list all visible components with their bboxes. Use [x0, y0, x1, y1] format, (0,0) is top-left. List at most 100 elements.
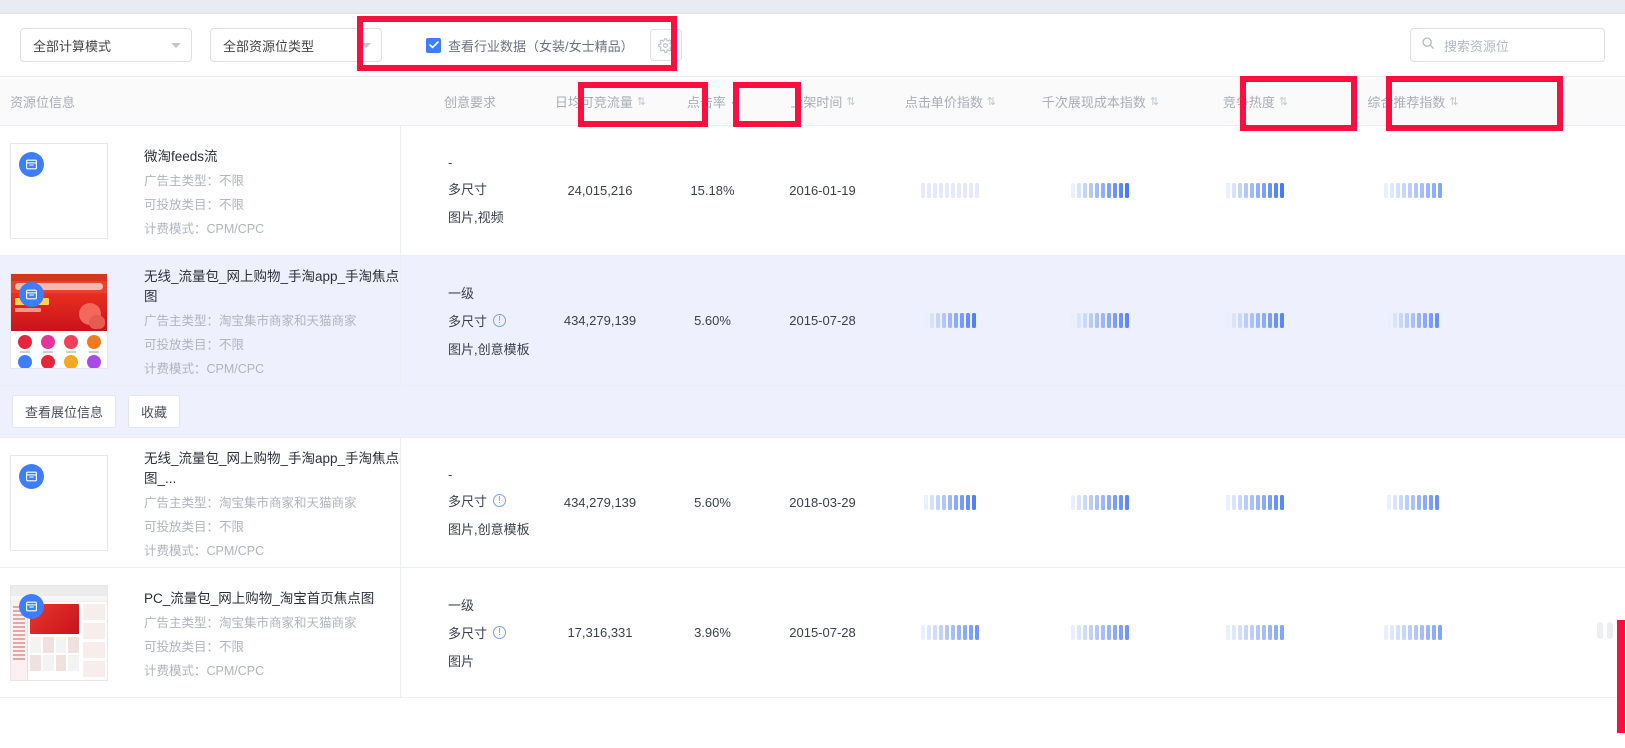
- favorite-button[interactable]: 收藏: [128, 395, 181, 428]
- sort-icon[interactable]: ⇅: [637, 95, 646, 108]
- meter-bar: [933, 625, 937, 640]
- column-label: 竞争热度: [1222, 94, 1275, 110]
- column-header-cpc-index[interactable]: 点击单价指数 ⇅: [880, 77, 1020, 125]
- resource-thumbnail[interactable]: [10, 272, 108, 369]
- checkbox-checked-icon[interactable]: [426, 37, 441, 53]
- cell-resource-info[interactable]: 微淘feeds流 广告主类型：不限 可投放类目：不限 计费模式：CPM/CPC: [0, 126, 400, 255]
- view-slot-info-button[interactable]: 查看展位信息: [12, 395, 117, 428]
- meter-bar: [939, 183, 943, 198]
- meter-bar: [1125, 313, 1129, 328]
- meter-bar: [1244, 183, 1248, 198]
- meter-bar: [1413, 183, 1418, 198]
- industry-data-checkbox-group[interactable]: 查看行业数据（女装/女士精品）: [426, 29, 682, 61]
- meter-competition: [1226, 495, 1284, 510]
- creative-size: 多尺寸: [448, 182, 488, 197]
- meter-bar: [1419, 625, 1424, 640]
- cell-cpc-index: [880, 438, 1020, 567]
- column-header-flow[interactable]: 日均可竞流量 ⇅: [540, 77, 660, 125]
- meter-recommend: [1383, 183, 1442, 198]
- meter-bar: [972, 495, 976, 510]
- meter-bar: [1413, 625, 1418, 640]
- resource-category: 可投放类目：不限: [144, 519, 245, 534]
- meter-competition: [1226, 183, 1284, 198]
- meter-bar: [1226, 625, 1230, 640]
- sort-icon[interactable]: ⇅: [846, 95, 855, 108]
- column-header-resource[interactable]: 资源位信息: [0, 77, 400, 125]
- cell-flow: 434,279,139: [563, 495, 637, 510]
- resource-type-select[interactable]: 全部资源位类型: [210, 28, 382, 62]
- meter-bar: [936, 313, 940, 328]
- meter-bar: [975, 183, 979, 198]
- column-header-creative[interactable]: 创意要求: [400, 77, 540, 125]
- resource-thumbnail[interactable]: [10, 142, 108, 239]
- chevron-down-icon: [171, 42, 181, 48]
- meter-bar: [1250, 183, 1254, 198]
- meter-bar: [1395, 625, 1400, 640]
- meter-cpc-index: [924, 313, 976, 328]
- sort-icon[interactable]: ⇅: [1279, 95, 1288, 108]
- meter-bar: [1416, 495, 1421, 510]
- meter-bar: [1083, 313, 1087, 328]
- meter-bar: [1250, 495, 1254, 510]
- info-icon[interactable]: !: [493, 626, 507, 639]
- column-header-competition[interactable]: 竞争热度 ⇅: [1180, 77, 1330, 125]
- chevron-down-icon: [361, 42, 371, 48]
- sort-icon-desc[interactable]: ⬇: [730, 95, 739, 108]
- info-icon[interactable]: !: [493, 314, 507, 327]
- creative-formats: 图片,视频: [448, 210, 504, 225]
- meter-bar: [1268, 313, 1272, 328]
- meter-bar: [1280, 183, 1284, 198]
- meter-bar: [1125, 183, 1129, 198]
- table-row[interactable]: 无线_流量包_网上购物_手淘app_手淘焦点图_... 广告主类型：淘宝集市商家和…: [0, 438, 1625, 568]
- meter-bar: [1256, 313, 1260, 328]
- meter-bar: [1428, 495, 1433, 510]
- column-header-recommend[interactable]: 综合推荐指数 ⇅: [1330, 77, 1495, 125]
- resource-type-icon: [19, 593, 44, 619]
- meter-bar: [1071, 625, 1075, 640]
- cell-cpm-index: [1020, 126, 1180, 255]
- meter-bar: [1280, 625, 1284, 640]
- meter-bar: [1083, 495, 1087, 510]
- table-row[interactable]: 微淘feeds流 广告主类型：不限 可投放类目：不限 计费模式：CPM/CPC - 多尺寸…: [0, 126, 1625, 256]
- sort-icon[interactable]: ⇅: [1449, 95, 1458, 108]
- scroll-indicator[interactable]: [1597, 622, 1613, 639]
- info-icon[interactable]: !: [493, 494, 507, 507]
- resource-thumbnail[interactable]: [10, 584, 108, 681]
- resource-billing-mode: 计费模式：CPM/CPC: [144, 543, 265, 558]
- cell-flow: 17,316,331: [567, 625, 633, 640]
- meter-bar: [1101, 313, 1105, 328]
- resource-advertiser-type: 广告主类型：淘宝集市商家和天猫商家: [144, 495, 357, 510]
- mock-app-icon: [60, 354, 81, 368]
- meter-bar: [1431, 625, 1436, 640]
- table-row[interactable]: PC_流量包_网上购物_淘宝首页焦点图 广告主类型：淘宝集市商家和天猫商家 可投放类…: [0, 568, 1625, 698]
- column-header-cpm-index[interactable]: 千次展现成本指数 ⇅: [1020, 77, 1180, 125]
- resource-thumbnail[interactable]: [10, 454, 108, 551]
- column-header-online-time[interactable]: 上架时间 ⇅: [765, 77, 880, 125]
- sort-icon[interactable]: ⇅: [1150, 95, 1159, 108]
- meter-bar: [1434, 313, 1439, 328]
- cell-cpc-index: [880, 126, 1020, 255]
- resource-type-icon: [19, 463, 44, 489]
- meter-bar: [945, 625, 949, 640]
- cell-resource-info[interactable]: 无线_流量包_网上购物_手淘app_手淘焦点图_... 广告主类型：淘宝集市商家和…: [0, 438, 400, 567]
- sort-icon[interactable]: ⇅: [987, 95, 996, 108]
- resource-text-block: PC_流量包_网上购物_淘宝首页焦点图 广告主类型：淘宝集市商家和天猫商家 可投放类…: [144, 587, 374, 679]
- table-row[interactable]: 无线_流量包_网上购物_手淘app_手淘焦点图 广告主类型：淘宝集市商家和天猫商家…: [0, 256, 1625, 386]
- search-input-placeholder[interactable]: 搜索资源位: [1444, 36, 1509, 55]
- column-header-ctr[interactable]: 点击率 ⬇: [660, 77, 765, 125]
- meter-bar: [1071, 183, 1075, 198]
- meter-bar: [1262, 313, 1266, 328]
- cell-resource-info[interactable]: PC_流量包_网上购物_淘宝首页焦点图 广告主类型：淘宝集市商家和天猫商家 可投放类…: [0, 568, 400, 697]
- meter-bar: [1125, 625, 1129, 640]
- resource-billing-mode: 计费模式：CPM/CPC: [144, 221, 265, 236]
- search-resource-box[interactable]: 搜索资源位: [1410, 28, 1605, 62]
- meter-bar: [1095, 495, 1099, 510]
- industry-data-checkbox-label: 查看行业数据（女装/女士精品）: [448, 38, 634, 54]
- compute-mode-select[interactable]: 全部计算模式: [20, 28, 192, 62]
- meter-bar: [960, 313, 964, 328]
- meter-bar: [1238, 183, 1242, 198]
- cell-resource-info[interactable]: 无线_流量包_网上购物_手淘app_手淘焦点图 广告主类型：淘宝集市商家和天猫商家…: [0, 256, 400, 385]
- column-label: 点击单价指数: [904, 94, 983, 110]
- gear-icon[interactable]: [649, 29, 682, 61]
- cell-online-time: 2015-07-28: [789, 625, 856, 640]
